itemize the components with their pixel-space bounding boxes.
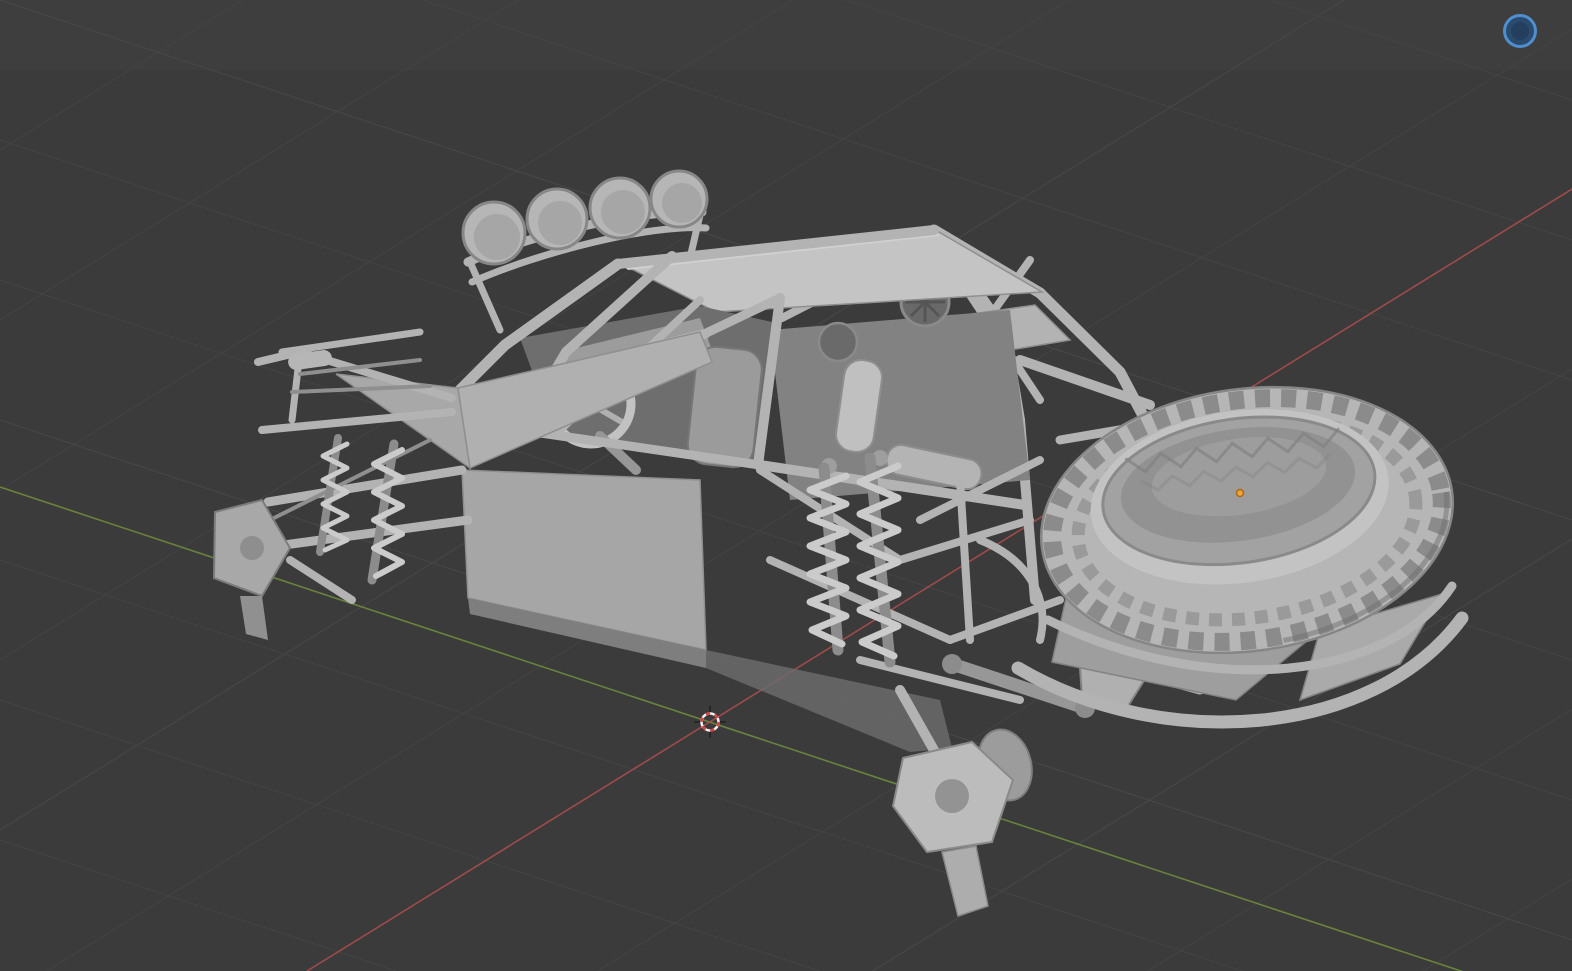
3d-viewport[interactable] <box>0 0 1572 971</box>
horizon-glow <box>0 0 1572 70</box>
navigation-gizmo[interactable] <box>1503 14 1537 48</box>
object-origin-icon <box>1235 488 1245 498</box>
viewport-canvas[interactable] <box>0 0 1572 971</box>
engine-fan-icon <box>817 321 859 363</box>
gizmo-center <box>1511 22 1529 40</box>
